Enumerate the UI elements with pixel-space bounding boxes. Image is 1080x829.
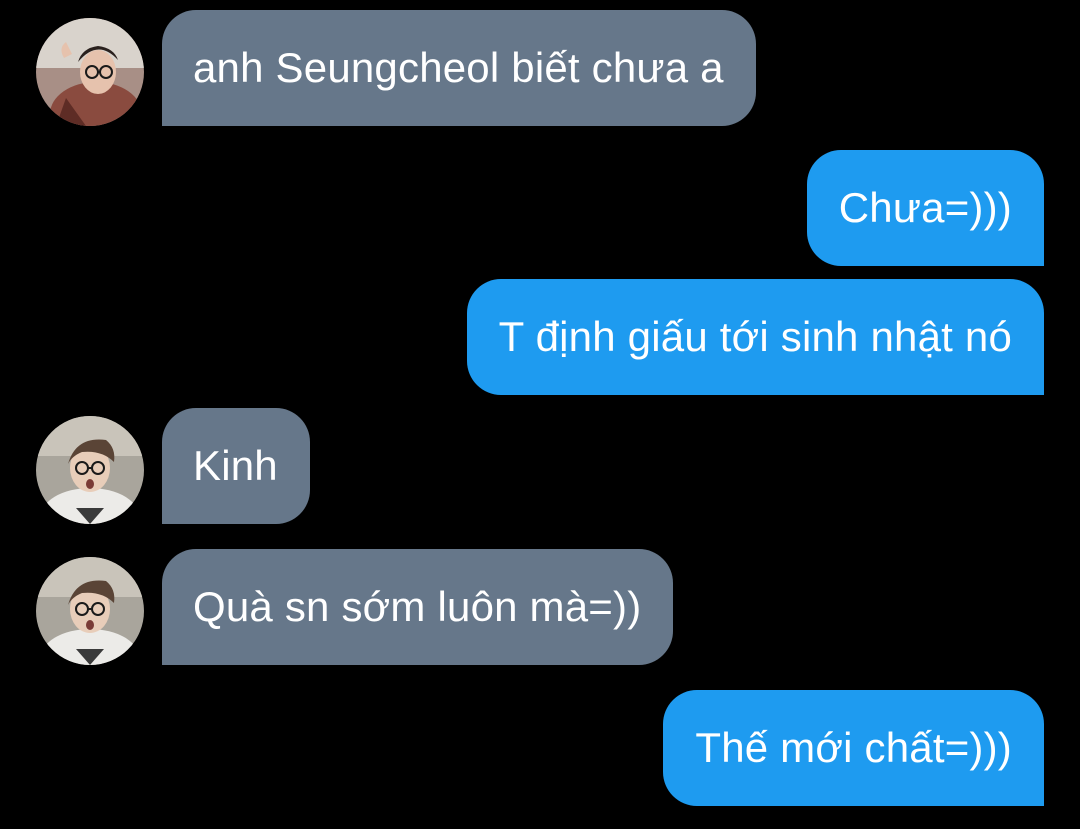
avatar-icon [36, 557, 144, 665]
message-text: Thế mới chất=))) [695, 724, 1012, 771]
message-bubble[interactable]: Chưa=))) [806, 150, 1044, 266]
avatar-icon [36, 416, 144, 524]
avatar-icon [36, 18, 144, 126]
contact-avatar[interactable] [36, 18, 144, 126]
message-text: T định giấu tới sinh nhật nó [498, 313, 1012, 360]
message-bubble[interactable]: Quà sn sớm luôn mà=)) [162, 549, 674, 665]
message-text: Chưa=))) [838, 184, 1012, 231]
message-bubble[interactable]: T định giấu tới sinh nhật nó [466, 279, 1044, 395]
message-bubble[interactable]: anh Seungcheol biết chưa a [162, 10, 756, 126]
contact-avatar[interactable] [36, 416, 144, 524]
message-bubble[interactable]: Thế mới chất=))) [663, 690, 1044, 806]
contact-avatar[interactable] [36, 557, 144, 665]
message-text: anh Seungcheol biết chưa a [193, 44, 724, 91]
message-bubble[interactable]: Kinh [162, 408, 310, 524]
message-text: Kinh [193, 442, 278, 489]
chat-thread: anh Seungcheol biết chưa a Chưa=))) T đị… [0, 0, 1080, 829]
message-text: Quà sn sớm luôn mà=)) [193, 583, 642, 630]
